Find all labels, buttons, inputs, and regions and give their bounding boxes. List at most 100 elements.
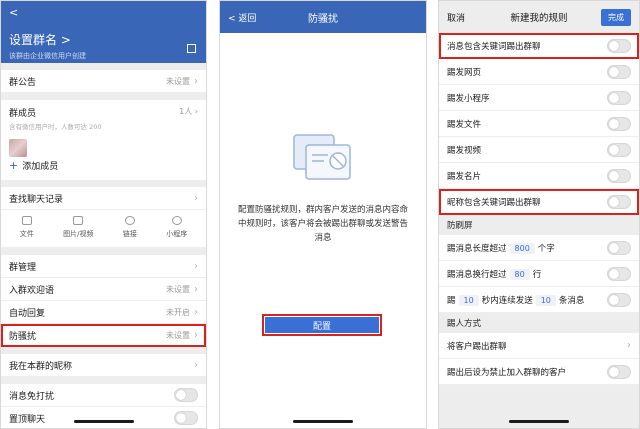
length-input[interactable]: 800 [509, 242, 535, 254]
search-history-label: 查找聊天记录 [9, 194, 64, 205]
rule-label: 踢发文件 [447, 119, 482, 130]
rule-row: 消息包含关键词踢出群聊 [439, 33, 639, 59]
rule-toggle[interactable] [607, 194, 631, 209]
mute-toggle[interactable] [174, 388, 198, 402]
back-button[interactable]: < 返回 [228, 11, 256, 24]
members-label: 群成员 [9, 109, 37, 119]
chevron-right-icon: › [194, 306, 198, 318]
ban-rejoin-toggle[interactable] [607, 364, 631, 379]
chevron-right-icon: › [194, 359, 198, 371]
message-block-illustration [293, 134, 351, 180]
member-avatar[interactable] [9, 139, 27, 157]
add-member-button[interactable]: + 添加成员 [9, 159, 58, 172]
rule-label: 踢发视频 [447, 145, 482, 156]
kick-method-row[interactable]: 将客户踢出群聊 › [439, 333, 639, 359]
nav-bar: < 返回 防骚扰 [220, 1, 426, 33]
members-section: 群成员 含有微信用户时，人数可达 200 1人 › + 添加成员 [1, 100, 206, 180]
flood-rule-label: 踢消息换行超过 80 行 [447, 268, 542, 280]
antispam-value: 未设置 [166, 330, 190, 340]
flood-rule-row: 踢 10 秒内连续发送 10 条消息 [439, 287, 639, 313]
plus-icon: + [9, 159, 19, 172]
rule-row: 踢发名片 [439, 163, 639, 189]
flood-rule-row: 踢消息换行超过 80 行 [439, 261, 639, 287]
chevron-right-icon: › [194, 260, 198, 272]
folder-icon [21, 216, 32, 225]
history-shortcuts: 文件 图片/视频 链接 小程序 [1, 210, 206, 248]
pin-row: 置顶聊天 [1, 407, 206, 428]
rule-row: 昵称包含关键词踢出群聊 [439, 189, 639, 215]
announcement-row[interactable]: 群公告 未设置 › [1, 70, 206, 93]
mute-row: 消息免打扰 [1, 384, 206, 407]
ban-rejoin-label: 踢出后设为禁止加入群聊的客户 [447, 367, 567, 378]
rule-row: 踢发视频 [439, 137, 639, 163]
members-hint: 含有微信用户时，人数可达 200 [9, 123, 102, 131]
chevron-right-icon: › [627, 340, 631, 351]
nickname-row[interactable]: 我在本群的昵称 › [1, 354, 206, 377]
description-text: 配置防骚扰规则，群内客户发送的消息内容命中规则时，该客户将会被踢出群聊或发送警告… [237, 205, 408, 243]
mute-label: 消息免打扰 [9, 391, 55, 402]
miniprogram-shortcut[interactable]: 小程序 [166, 216, 187, 239]
nav-bar: 取消 新建我的规则 完成 [439, 1, 639, 33]
new-rule-screen: 取消 新建我的规则 完成 消息包含关键词踢出群聊 踢发网页 踢发小程序 踢发文件… [438, 0, 640, 429]
rule-toggle[interactable] [607, 38, 631, 53]
rule-row: 踢发文件 [439, 111, 639, 137]
rule-label: 昵称包含关键词踢出群聊 [447, 197, 541, 208]
group-settings-screen: < 设置群名 > 该群由企业微信用户创建 群公告 未设置 › 群成员 含有微信用… [0, 0, 207, 429]
done-button[interactable]: 完成 [601, 8, 631, 26]
rule-toggle[interactable] [607, 142, 631, 157]
nickname-label: 我在本群的昵称 [9, 361, 73, 372]
members-count[interactable]: 1人 › [179, 106, 198, 117]
seconds-input[interactable]: 10 [458, 294, 479, 306]
group-manage-label: 群管理 [9, 262, 37, 273]
flood-toggle[interactable] [607, 240, 631, 255]
antispam-label: 防骚扰 [9, 331, 37, 342]
announcement-value: 未设置 [166, 76, 190, 86]
add-member-label: 添加成员 [22, 162, 59, 172]
chevron-right-icon: › [194, 192, 198, 204]
back-button[interactable]: < [9, 7, 198, 19]
cancel-button[interactable]: 取消 [447, 11, 465, 24]
count-input[interactable]: 10 [535, 294, 556, 306]
rule-label: 消息包含关键词踢出群聊 [447, 41, 541, 52]
lines-input[interactable]: 80 [509, 268, 530, 280]
configure-button-frame: 配置 [262, 314, 382, 336]
search-history-row[interactable]: 查找聊天记录 › [1, 187, 206, 210]
rule-toggle[interactable] [607, 168, 631, 183]
configure-button[interactable]: 配置 [265, 317, 379, 333]
chevron-right-icon: › [194, 283, 198, 295]
rule-row: 踢发小程序 [439, 85, 639, 111]
chevron-right-icon: › [194, 75, 198, 87]
rule-label: 踢发名片 [447, 171, 482, 182]
rule-toggle[interactable] [607, 90, 631, 105]
home-indicator [293, 420, 353, 423]
files-shortcut[interactable]: 文件 [20, 216, 34, 239]
flood-toggle[interactable] [607, 266, 631, 281]
antispam-row[interactable]: 防骚扰 未设置 › [1, 324, 206, 347]
rule-row: 踢发网页 [439, 59, 639, 85]
flood-rule-label: 踢 10 秒内连续发送 10 条消息 [447, 294, 585, 306]
rule-label: 踢发小程序 [447, 93, 490, 104]
flood-rule-label: 踢消息长度超过 800 个字 [447, 242, 555, 254]
rule-toggle[interactable] [607, 64, 631, 79]
pin-toggle[interactable] [174, 411, 198, 425]
flood-toggle[interactable] [607, 292, 631, 307]
group-name-button[interactable]: 设置群名 > [9, 31, 198, 48]
ban-rejoin-row: 踢出后设为禁止加入群聊的客户 [439, 359, 639, 385]
media-shortcut[interactable]: 图片/视频 [63, 216, 93, 239]
announcement-label: 群公告 [9, 77, 37, 88]
kick-method-label: 将客户踢出群聊 [447, 341, 507, 352]
chevron-right-icon: › [194, 329, 198, 341]
miniprogram-icon [171, 216, 182, 225]
group-header: < 设置群名 > 该群由企业微信用户创建 [1, 1, 206, 63]
links-shortcut[interactable]: 链接 [123, 216, 137, 239]
rule-label: 踢发网页 [447, 67, 482, 78]
autoreply-row[interactable]: 自动回复 未开启 › [1, 301, 206, 324]
welcome-value: 未设置 [166, 284, 190, 294]
rule-toggle[interactable] [607, 116, 631, 131]
qr-code-icon[interactable] [187, 44, 196, 53]
kick-section-title: 踢人方式 [439, 313, 639, 333]
group-creator-note: 该群由企业微信用户创建 [9, 52, 86, 60]
group-manage-row[interactable]: 群管理 › [1, 255, 206, 278]
image-icon [73, 216, 84, 225]
welcome-row[interactable]: 入群欢迎语 未设置 › [1, 278, 206, 301]
